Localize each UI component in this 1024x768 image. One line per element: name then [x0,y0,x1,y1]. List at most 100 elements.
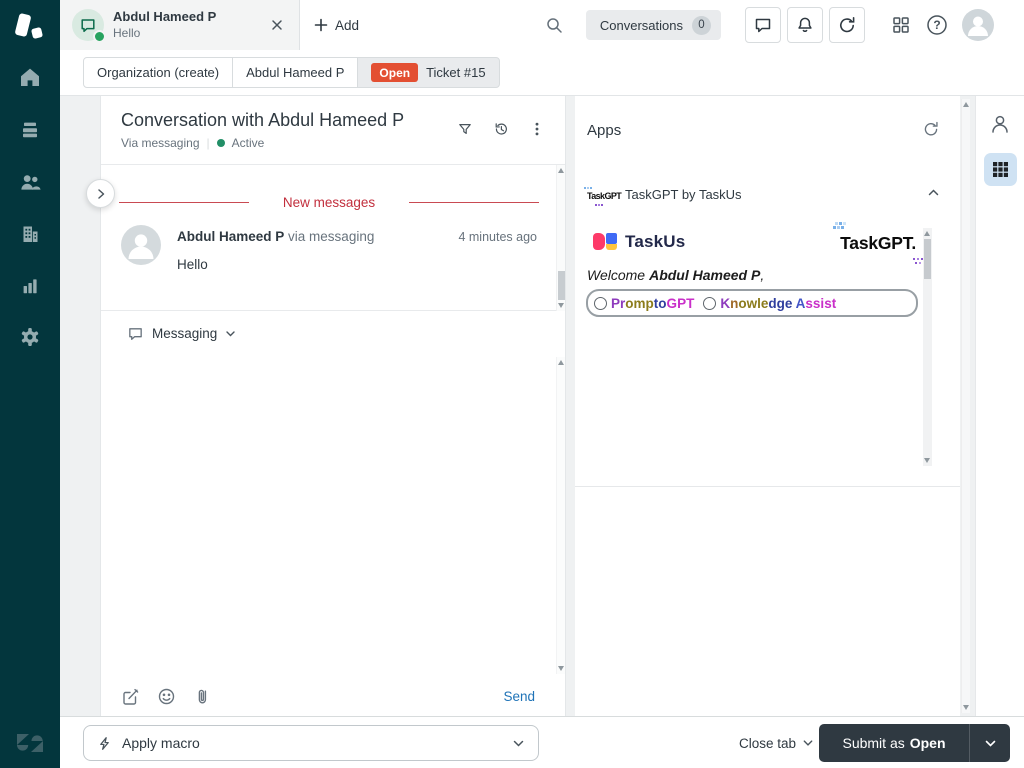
macro-lightning-icon [97,736,112,751]
composer-channel-row: Messaging [101,311,565,355]
sidebar-nav [0,51,60,363]
ticket-tab[interactable]: Abdul Hameed P Hello [60,0,300,50]
sidebar-item-organizations[interactable] [0,207,60,259]
online-status-dot [93,30,106,43]
sidebar-item-home[interactable] [0,51,60,103]
chat-icon[interactable] [745,7,781,43]
conversations-count-badge: 0 [692,15,711,35]
ticket-number: Ticket #15 [426,65,486,80]
close-tab-icon[interactable] [267,15,287,35]
scroll-down-arrow[interactable] [558,303,564,308]
app-section-divider [575,486,960,487]
channel-label: Messaging [152,325,218,341]
header-actions: Conversations 0 ? [544,0,1024,50]
apply-macro-select[interactable]: Apply macro [83,725,539,761]
scroll-up-arrow[interactable] [558,168,564,173]
scroll-down-arrow[interactable] [924,458,930,463]
chevron-down-icon [802,737,814,749]
zendesk-logo-shape [30,26,44,40]
top-header: Abdul Hameed P Hello Add Conversations 0 [60,0,1024,50]
close-tab-button[interactable]: Close tab [733,717,820,768]
plus-icon [314,18,328,32]
conversations-button[interactable]: Conversations 0 [585,10,721,40]
conversations-label: Conversations [599,17,683,33]
submit-status: Open [909,735,946,751]
app-section-title: TaskGPT by TaskUs [625,187,742,202]
scrollbar-thumb[interactable] [924,239,931,279]
add-tab-button[interactable]: Add [308,0,365,50]
expand-context-panel-button[interactable] [86,179,115,208]
welcome-message: Welcome Abdul Hameed P, [587,267,765,283]
compose-note-icon[interactable] [121,687,140,706]
radio-button[interactable] [594,296,607,310]
attachment-icon[interactable] [193,687,212,706]
radio-button[interactable] [703,296,717,310]
sidebar-item-customers[interactable] [0,155,60,207]
conversation-tools [451,115,551,143]
composer-scrollbar[interactable] [556,357,565,674]
scroll-up-arrow[interactable] [558,360,564,365]
active-status-dot [216,139,225,147]
refresh-icon[interactable] [829,7,865,43]
scroll-down-arrow[interactable] [558,666,564,671]
apps-refresh-icon[interactable] [922,120,940,138]
radio-knowledge-assist[interactable]: Knowledge Assist [703,296,836,311]
breadcrumb-ticket[interactable]: Open Ticket #15 [357,57,500,88]
composer-area[interactable]: Messaging [101,311,565,676]
submit-split-button: Submit as Open [819,724,1010,762]
main-scrollbar[interactable] [961,99,970,713]
via-channel-label: Via messaging [121,136,200,150]
history-icon[interactable] [487,115,515,143]
breadcrumb: Organization (create) Abdul Hameed P Ope… [60,50,1024,96]
submit-as-open-button[interactable]: Submit as Open [819,724,969,762]
sidebar-item-views[interactable] [0,103,60,155]
kebab-menu-icon[interactable] [523,115,551,143]
ticket-footer: Apply macro Close tab Submit as Open [60,716,1024,768]
product-tray-icon[interactable] [891,15,911,35]
search-icon[interactable] [544,15,564,35]
tab-subtitle: Hello [113,25,141,40]
bell-icon[interactable] [787,7,823,43]
apps-rail-toggle[interactable] [984,153,1017,186]
app-content-scrollbar[interactable] [923,228,932,466]
chat-bubble-icon [127,325,144,342]
scroll-down-arrow[interactable] [963,705,969,710]
message-avatar [121,225,161,265]
new-messages-label: New messages [282,195,376,210]
radio-promptogpt[interactable]: PromptoGPT [594,296,694,311]
chevron-down-icon [225,328,236,339]
messages-scrollbar[interactable] [556,165,565,311]
send-button[interactable]: Send [497,688,541,705]
customers-icon [19,170,41,192]
mode-selector: PromptoGPT Knowledge Assist [586,289,918,317]
chevron-down-icon [512,737,525,750]
collapse-app-icon[interactable] [927,186,940,199]
sidebar-item-reporting[interactable] [0,259,60,311]
breadcrumb-organization[interactable]: Organization (create) [83,57,234,88]
home-icon [19,66,41,88]
views-icon [19,118,41,140]
filter-icon[interactable] [451,115,479,143]
conversation-panel: Conversation with Abdul Hameed P Via mes… [100,96,566,716]
breadcrumb-requester[interactable]: Abdul Hameed P [232,57,359,88]
reporting-icon [19,274,41,296]
main-sidebar [0,0,60,768]
user-context-icon[interactable] [988,112,1012,136]
sidebar-item-admin[interactable] [0,311,60,363]
channel-selector[interactable]: Messaging [121,324,242,343]
scrollbar-thumb[interactable] [558,271,565,300]
composer-toolbar: Send [101,676,565,716]
conversation-header: Conversation with Abdul Hameed P Via mes… [101,96,565,165]
emoji-icon[interactable] [157,687,176,706]
apply-macro-label: Apply macro [122,735,200,751]
messages-area: New messages Abdul Hameed P via messagin… [101,165,565,311]
message-header: Abdul Hameed P via messaging [177,229,374,244]
help-icon[interactable]: ? [925,13,949,37]
scroll-up-arrow[interactable] [963,102,969,107]
status-badge: Open [371,63,419,82]
user-avatar[interactable] [962,9,994,41]
apps-panel: Apps TaskGPT TaskGPT by TaskUs TaskUs Ta… [575,96,960,716]
submit-options-chevron[interactable] [969,724,1010,762]
scroll-up-arrow[interactable] [924,231,930,236]
message-author: Abdul Hameed P [177,229,285,244]
